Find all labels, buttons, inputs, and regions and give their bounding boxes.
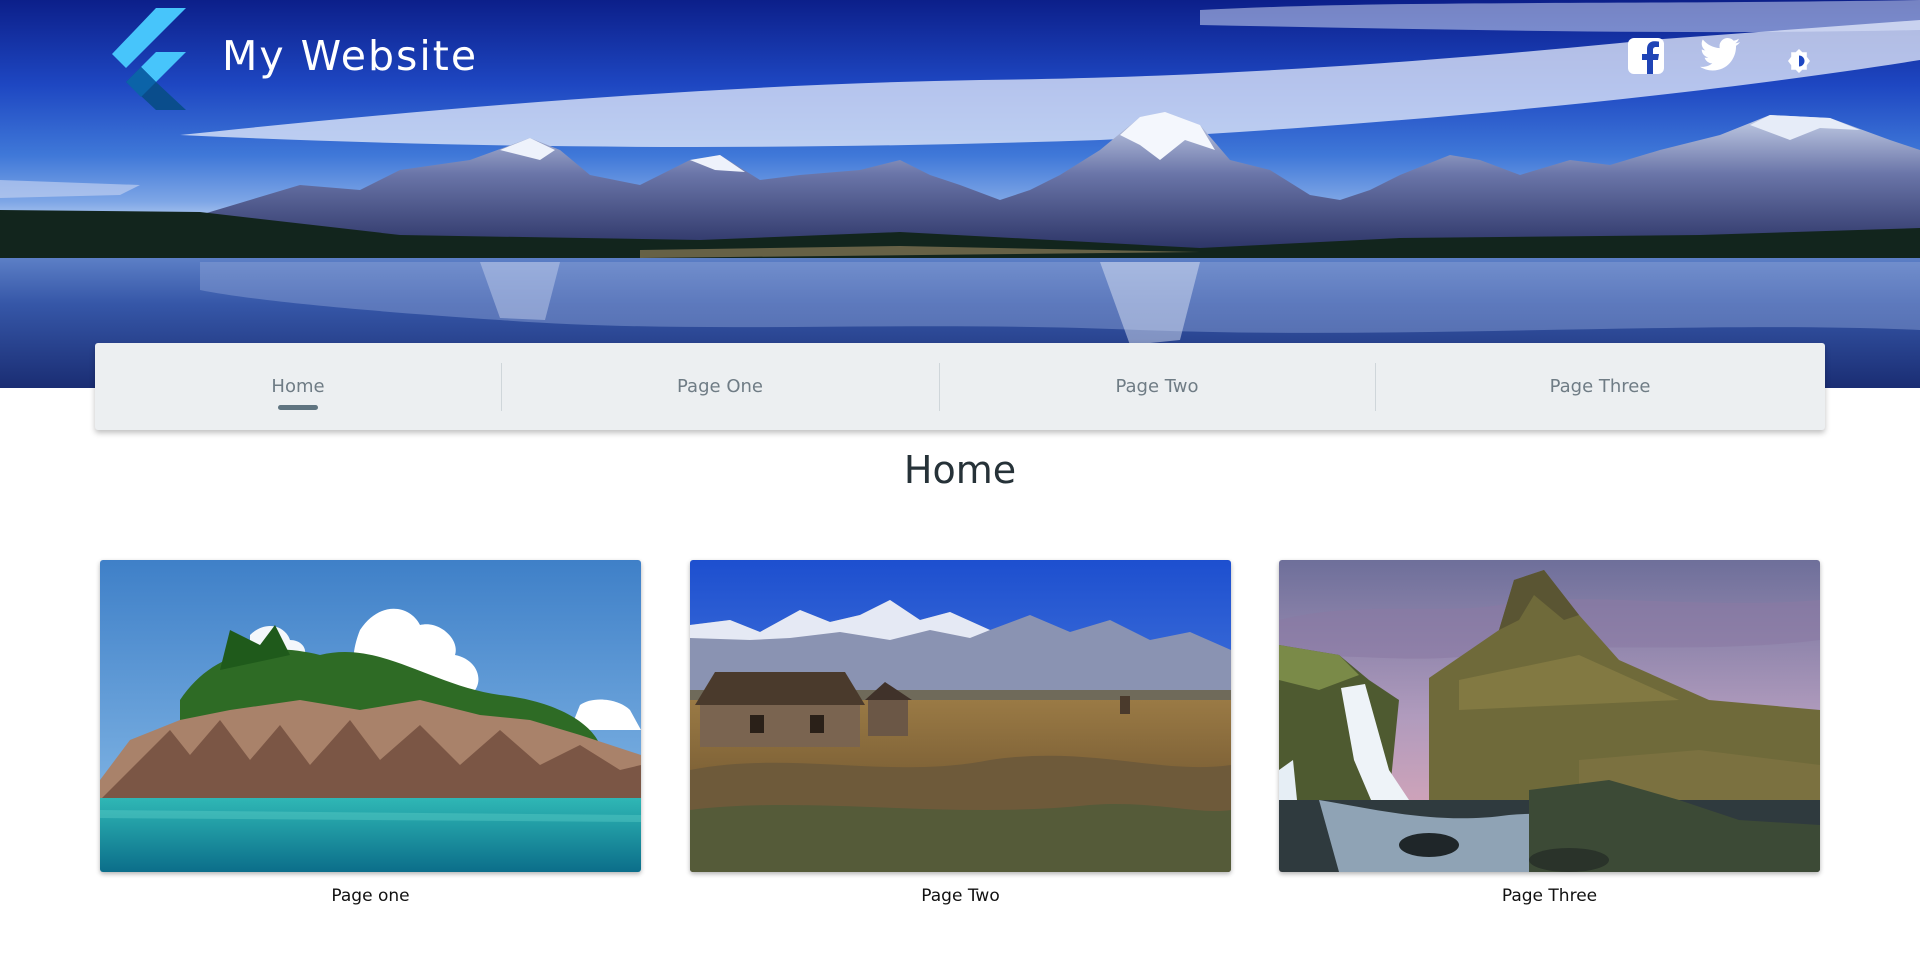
top-nav-bar: Home Page One Page Two Page Three — [95, 343, 1825, 430]
site-title: My Website — [222, 32, 479, 80]
nav-item-label: Page Three — [1549, 376, 1651, 397]
nav-item-label: Page Two — [1115, 376, 1199, 397]
brand[interactable]: My Website — [104, 8, 478, 110]
tropical-island-image — [100, 560, 641, 872]
card-page-one[interactable]: Page one — [100, 560, 641, 906]
hero-banner: My Website — [0, 0, 1920, 388]
flutter-logo-icon — [112, 8, 186, 110]
card-page-two[interactable]: Page Two — [690, 560, 1231, 906]
brightness-icon — [1788, 49, 1810, 73]
nav-item-label: Home — [271, 376, 325, 397]
nav-item-page-one[interactable]: Page One — [501, 343, 939, 430]
twitter-button[interactable] — [1700, 38, 1740, 72]
prairie-cabin-mountains-image — [690, 560, 1231, 872]
page-title: Home — [903, 448, 1017, 492]
twitter-icon — [1700, 38, 1740, 71]
active-tab-indicator — [278, 405, 318, 410]
theme-toggle-button[interactable] — [1786, 48, 1812, 74]
card-caption: Page one — [331, 886, 410, 906]
nav-item-page-three[interactable]: Page Three — [1375, 343, 1825, 430]
waterfall-mountain-image — [1279, 560, 1820, 872]
card-image — [1279, 560, 1820, 872]
card-page-three[interactable]: Page Three — [1279, 560, 1820, 906]
card-image — [100, 560, 641, 872]
card-caption: Page Three — [1501, 886, 1598, 906]
card-caption: Page Two — [921, 886, 1000, 906]
nav-item-label: Page One — [677, 376, 763, 397]
facebook-icon — [1628, 38, 1664, 74]
card-image — [690, 560, 1231, 872]
nav-item-page-two[interactable]: Page Two — [939, 343, 1375, 430]
nav-item-home[interactable]: Home — [95, 343, 501, 430]
facebook-button[interactable] — [1628, 38, 1664, 74]
